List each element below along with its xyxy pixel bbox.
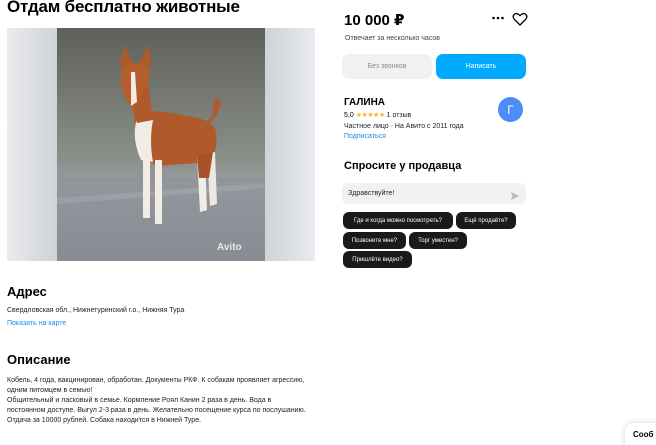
photo-gallery[interactable]: Avito bbox=[7, 28, 315, 261]
photo-blur-right bbox=[265, 28, 315, 261]
send-icon[interactable] bbox=[510, 188, 520, 200]
price: 10 000 ₽ bbox=[344, 12, 405, 29]
address-heading: Адрес bbox=[7, 284, 47, 299]
subscribe-link[interactable]: Подписаться bbox=[344, 133, 386, 140]
response-time: Отвечает за несколько часов bbox=[345, 35, 440, 42]
messenger-tab[interactable]: Сооб bbox=[625, 423, 656, 445]
rating-value: 5,0 bbox=[344, 111, 354, 119]
description-line: Общительный и ласковый в семье. Кормлени… bbox=[7, 397, 306, 414]
show-map-link[interactable]: Показать на карте bbox=[7, 320, 66, 327]
no-calls-button[interactable]: Без звонков bbox=[342, 54, 432, 79]
quick-question-chip[interactable]: Позвоните мне? bbox=[343, 232, 406, 249]
quick-question-chip[interactable]: Торг уместен? bbox=[409, 232, 467, 249]
description-line: Отдача за 10000 рублей. Собака находится… bbox=[7, 417, 202, 424]
seller-name[interactable]: ГАЛИНА bbox=[344, 97, 385, 108]
reviews-link[interactable]: 1 отзыв bbox=[387, 112, 412, 119]
description-heading: Описание bbox=[7, 352, 71, 367]
quick-question-chip[interactable]: Ещё продаёте? bbox=[456, 212, 516, 229]
dog-photo-image: Avito bbox=[57, 28, 265, 261]
avatar[interactable]: Г bbox=[498, 97, 523, 122]
more-dots-icon[interactable] bbox=[491, 11, 505, 25]
write-message-button[interactable]: Написать bbox=[436, 54, 526, 79]
heart-icon[interactable] bbox=[512, 11, 528, 27]
photo-blur-left bbox=[7, 28, 57, 261]
description-line: Кобель, 4 года, вакцинирован, обработан.… bbox=[7, 377, 305, 394]
photo-watermark: Avito bbox=[217, 242, 242, 253]
message-input[interactable]: Здравствуйте! bbox=[342, 183, 526, 204]
message-input-value: Здравствуйте! bbox=[348, 190, 395, 197]
listing-photo[interactable]: Avito bbox=[57, 28, 265, 261]
quick-question-chip[interactable]: Где и когда можно посмотреть? bbox=[343, 212, 453, 229]
description-text: Кобель, 4 года, вакцинирован, обработан.… bbox=[7, 376, 307, 426]
ask-seller-heading: Спросите у продавца bbox=[344, 160, 462, 172]
seller-rating: 5,0 ★★★★★ 1 отзыв bbox=[344, 111, 412, 120]
seller-since: Частное лицо · На Авито с 2011 года bbox=[344, 123, 464, 130]
address-text: Свердловская обл., Нижнетуринский г.о., … bbox=[7, 307, 185, 314]
star-rating-icon: ★★★★★ bbox=[355, 112, 385, 119]
quick-question-chip[interactable]: Пришлёте видео? bbox=[343, 251, 412, 268]
listing-title: Отдам бесплатно животные bbox=[7, 0, 240, 16]
